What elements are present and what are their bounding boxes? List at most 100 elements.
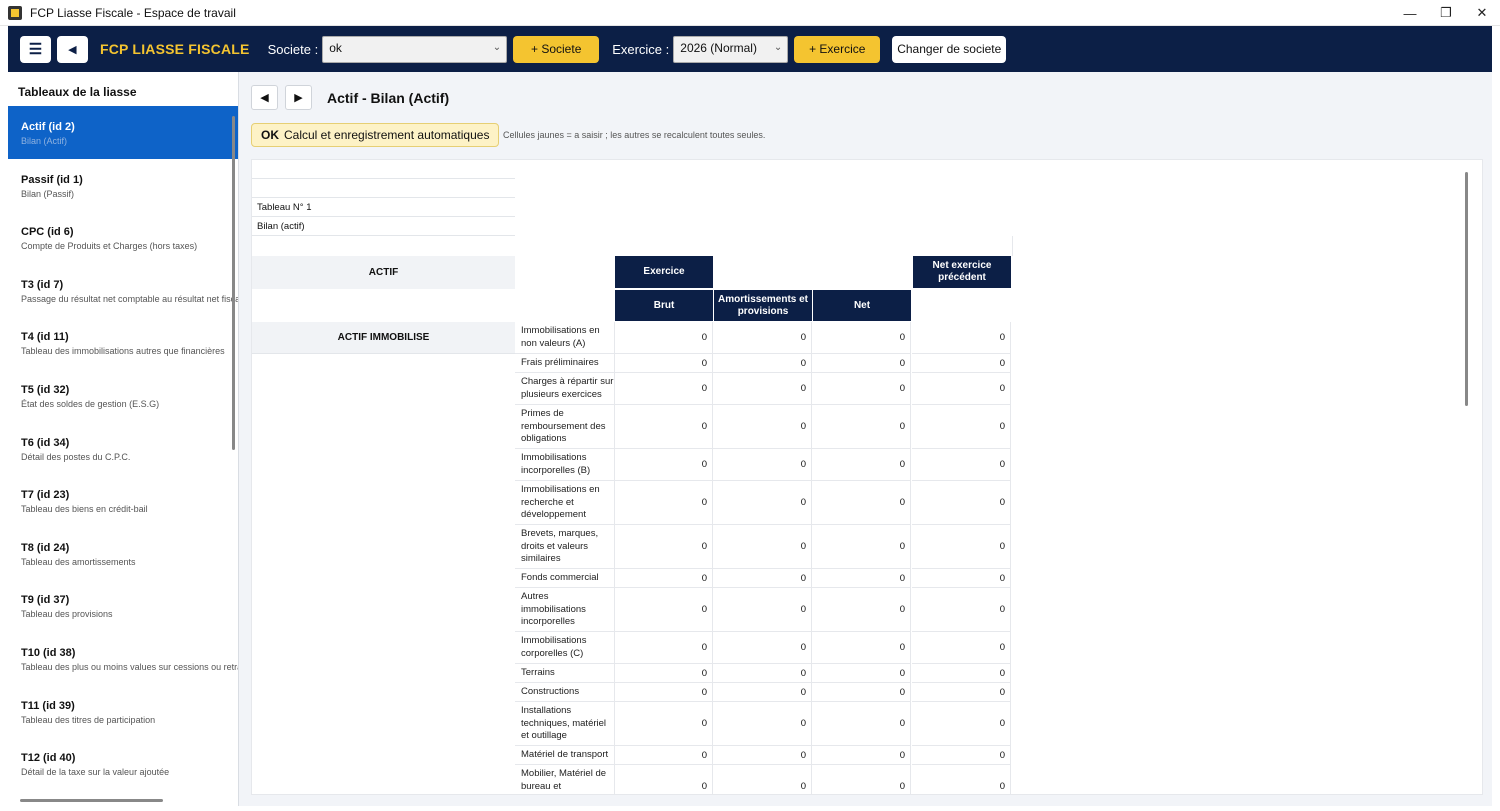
value-cell[interactable]: 0 (713, 525, 812, 569)
sidebar-item[interactable]: T11 (id 39) Tableau des titres de partici… (8, 685, 238, 738)
value-cell[interactable]: 0 (812, 449, 911, 481)
value-cell[interactable]: 0 (614, 525, 713, 569)
value-cell[interactable]: 0 (912, 449, 1011, 481)
value-cell[interactable]: 0 (912, 481, 1011, 525)
value-cell[interactable]: 0 (912, 525, 1011, 569)
value-cell[interactable]: 0 (912, 746, 1011, 765)
value-cell[interactable]: 0 (614, 322, 713, 354)
sidebar-item[interactable]: T8 (id 24) Tableau des amortissements (8, 527, 238, 580)
next-table-button[interactable]: ▶ (285, 85, 312, 110)
row-label: Immobilisations en non valeurs (A) (515, 322, 615, 354)
value-cell[interactable]: 0 (713, 373, 812, 405)
value-cell[interactable]: 0 (812, 746, 911, 765)
value-cell[interactable]: 0 (912, 373, 1011, 405)
value-cell[interactable]: 0 (713, 588, 812, 632)
value-cell[interactable]: 0 (713, 632, 812, 664)
value-cell[interactable]: 0 (812, 588, 911, 632)
exercice-label: Exercice : (612, 41, 670, 57)
close-button[interactable]: ✕ (1464, 0, 1500, 26)
value-cell[interactable]: 0 (713, 664, 812, 683)
value-cell[interactable]: 0 (713, 683, 812, 702)
maximize-button[interactable]: ❐ (1428, 0, 1464, 26)
value-cell[interactable]: 0 (614, 405, 713, 449)
value-cell[interactable]: 0 (912, 702, 1011, 746)
value-cell[interactable]: 0 (912, 632, 1011, 664)
value-cell[interactable]: 0 (912, 664, 1011, 683)
sidebar-item[interactable]: Actif (id 2) Bilan (Actif) (8, 106, 238, 159)
chevron-down-icon: ⌄ (773, 41, 783, 53)
triangle-right-icon: ▶ (294, 92, 303, 104)
back-button[interactable]: ◂ (57, 35, 88, 63)
value-cell[interactable]: 0 (614, 354, 713, 373)
value-cell[interactable]: 0 (912, 354, 1011, 373)
value-cell[interactable]: 0 (912, 765, 1011, 794)
sidebar-item[interactable]: T10 (id 38) Tableau des plus ou moins val… (8, 632, 238, 685)
sidebar-item[interactable]: Passif (id 1) Bilan (Passif) (8, 159, 238, 212)
sheet-blank-cell (252, 179, 515, 198)
sidebar-item[interactable]: T5 (id 32) État des soldes de gestion (E.… (8, 369, 238, 422)
sheet-vertical-scrollbar[interactable] (1465, 172, 1468, 406)
row-label: Frais préliminaires (515, 354, 615, 373)
value-cell[interactable]: 0 (912, 405, 1011, 449)
value-cell[interactable]: 0 (614, 588, 713, 632)
sidebar-vertical-scrollbar[interactable] (232, 116, 235, 450)
minimize-button[interactable]: — (1392, 0, 1428, 26)
row-label: Installations techniques, matériel et ou… (515, 702, 615, 746)
add-societe-button[interactable]: + Societe (513, 35, 600, 63)
sidebar-item[interactable]: T4 (id 11) Tableau des immobilisations au… (8, 316, 238, 369)
sidebar-item-subtitle: Tableau des immobilisations autres que f… (21, 346, 225, 357)
value-cell[interactable]: 0 (614, 449, 713, 481)
value-cell[interactable]: 0 (912, 683, 1011, 702)
sidebar-item[interactable]: T9 (id 37) Tableau des provisions (8, 579, 238, 632)
value-cell[interactable]: 0 (912, 322, 1011, 354)
add-exercice-button[interactable]: + Exercice (794, 35, 881, 63)
prev-table-button[interactable]: ◀ (251, 85, 278, 110)
value-cell[interactable]: 0 (812, 322, 911, 354)
value-cell[interactable]: 0 (912, 569, 1011, 588)
value-cell[interactable]: 0 (614, 683, 713, 702)
value-cell[interactable]: 0 (812, 373, 911, 405)
value-cell[interactable]: 0 (812, 702, 911, 746)
row-label: Immobilisations en recherche et développ… (515, 481, 615, 525)
value-cell[interactable]: 0 (614, 569, 713, 588)
value-cell[interactable]: 0 (812, 354, 911, 373)
sidebar-horizontal-scrollbar[interactable] (20, 799, 163, 802)
sidebar-item[interactable]: T6 (id 34) Détail des postes du C.P.C. (8, 422, 238, 475)
value-cell[interactable]: 0 (713, 354, 812, 373)
sidebar-item[interactable]: T12 (id 40) Détail de la taxe sur la vale… (8, 737, 238, 790)
value-cell[interactable]: 0 (812, 525, 911, 569)
value-cell[interactable]: 0 (614, 746, 713, 765)
value-cell[interactable]: 0 (614, 373, 713, 405)
value-cell[interactable]: 0 (812, 664, 911, 683)
sidebar-item[interactable]: CPC (id 6) Compte de Produits et Charges … (8, 211, 238, 264)
value-cell[interactable]: 0 (614, 664, 713, 683)
row-label: Charges à répartir sur plusieurs exercic… (515, 373, 615, 405)
exercice-select[interactable]: 2026 (Normal) ⌄ (673, 35, 789, 63)
sidebar-item[interactable]: T3 (id 7) Passage du résultat net comptab… (8, 264, 238, 317)
value-cell[interactable]: 0 (713, 569, 812, 588)
value-cell[interactable]: 0 (614, 702, 713, 746)
menu-button[interactable]: ☰ (20, 35, 51, 63)
value-cell[interactable]: 0 (713, 702, 812, 746)
value-cell[interactable]: 0 (614, 632, 713, 664)
value-cell[interactable]: 0 (812, 405, 911, 449)
value-cell[interactable]: 0 (713, 449, 812, 481)
value-cell[interactable]: 0 (812, 683, 911, 702)
value-cell[interactable]: 0 (614, 765, 713, 794)
liasse-sheet: Tableau N° 1 Bilan (actif) ACTIF Exercic… (251, 159, 1483, 795)
sidebar-item-name: T11 (id 39) (21, 699, 75, 712)
value-cell[interactable]: 0 (614, 481, 713, 525)
value-cell[interactable]: 0 (713, 481, 812, 525)
value-cell[interactable]: 0 (713, 765, 812, 794)
value-cell[interactable]: 0 (812, 481, 911, 525)
value-cell[interactable]: 0 (812, 765, 911, 794)
value-cell[interactable]: 0 (713, 746, 812, 765)
change-societe-button[interactable]: Changer de societe (892, 35, 1007, 63)
value-cell[interactable]: 0 (812, 632, 911, 664)
value-cell[interactable]: 0 (912, 588, 1011, 632)
value-cell[interactable]: 0 (713, 405, 812, 449)
value-cell[interactable]: 0 (812, 569, 911, 588)
sidebar-item[interactable]: T7 (id 23) Tableau des biens en crédit-ba… (8, 474, 238, 527)
societe-select[interactable]: ok ⌄ (322, 35, 508, 63)
value-cell[interactable]: 0 (713, 322, 812, 354)
